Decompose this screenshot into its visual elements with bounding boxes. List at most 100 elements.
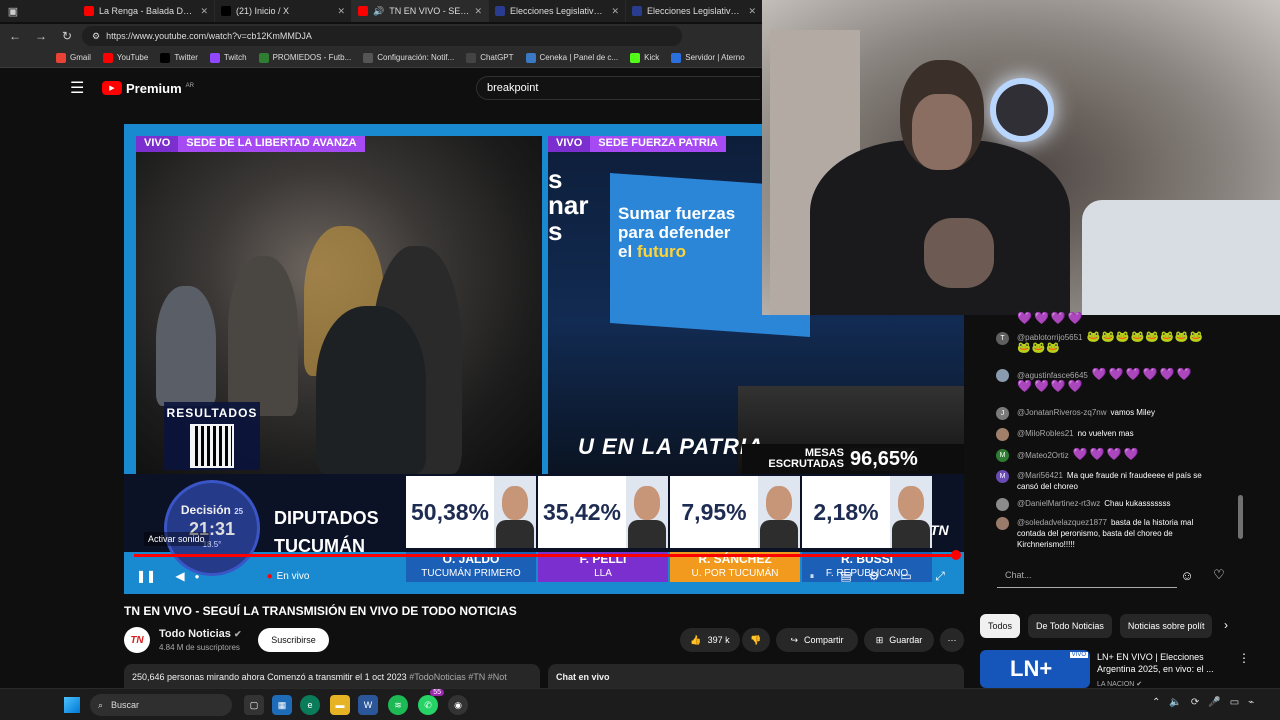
mic-icon[interactable]: 🎤 xyxy=(1208,697,1220,708)
chat-username[interactable]: @Mari56421 xyxy=(1017,471,1063,480)
recommended-title[interactable]: LN+ EN VIVO | Elecciones Argentina 2025,… xyxy=(1097,651,1232,675)
close-tab-icon[interactable]: ✕ xyxy=(611,6,619,17)
bookmark-item[interactable]: PROMIEDOS - Futb... xyxy=(258,52,351,63)
chat-avatar[interactable] xyxy=(996,428,1009,441)
network-icon[interactable]: ⌁ xyxy=(1248,697,1254,708)
browser-tab[interactable]: Elecciones Legislativas 2025 ✕ xyxy=(489,0,626,22)
channel-name[interactable]: Todo Noticias ✔ xyxy=(159,628,242,640)
chat-avatar[interactable]: T xyxy=(996,332,1009,345)
bookmark-item[interactable]: Twitch xyxy=(209,52,247,63)
fullscreen-icon[interactable]: ⤢ xyxy=(930,564,950,588)
windows-start-icon[interactable] xyxy=(64,697,80,713)
heart-icon[interactable]: ♡ xyxy=(1210,566,1228,584)
bookmark-item[interactable]: Twitter xyxy=(160,52,198,63)
chat-avatar[interactable]: M xyxy=(996,470,1009,483)
bookmark-item[interactable]: Configuración: Notif... xyxy=(363,52,454,63)
chat-avatar[interactable] xyxy=(996,517,1009,530)
dislike-button[interactable]: 👎 xyxy=(742,628,770,652)
tab-favicon-icon xyxy=(84,6,94,16)
task-view-icon[interactable]: ▢ xyxy=(244,695,264,715)
progress-bar[interactable] xyxy=(134,550,961,560)
spotify-icon[interactable]: ≋ xyxy=(388,695,408,715)
browser-tab[interactable]: La Renga - Balada Del Diablo ✕ xyxy=(78,0,215,22)
filter-chip[interactable]: De Todo Noticias xyxy=(1028,614,1112,638)
sync-icon[interactable]: ⟳ xyxy=(1191,697,1199,708)
autoplay-toggle[interactable]: ⏸ xyxy=(800,564,824,588)
search-input[interactable]: breakpoint xyxy=(476,76,760,100)
filter-chip[interactable]: Todos xyxy=(980,614,1021,638)
screen-icon[interactable]: ▭ xyxy=(1230,697,1239,708)
settings-icon[interactable]: ⚙ xyxy=(864,564,884,588)
channel-avatar[interactable]: TN xyxy=(124,627,150,653)
subscribe-button[interactable]: Suscribirse xyxy=(258,628,329,652)
browser-tab[interactable]: (21) Inicio / X ✕ xyxy=(215,0,352,22)
chevron-up-icon[interactable]: ⌃ xyxy=(1152,697,1160,708)
chat-username[interactable]: @pablotorrijo5651 xyxy=(1017,333,1083,342)
bookmark-item[interactable]: YouTube xyxy=(102,52,148,63)
word-icon[interactable]: W xyxy=(358,695,378,715)
chat-username[interactable]: @DanielMartinez-rt3wz xyxy=(1017,499,1100,508)
chat-avatar[interactable] xyxy=(996,369,1009,382)
bookmark-item[interactable]: ChatGPT xyxy=(466,52,514,63)
recommended-thumbnail[interactable]: LN+ VIVO xyxy=(980,650,1090,688)
bookmark-item[interactable]: Ceneka | Panel de c... xyxy=(525,52,618,63)
back-icon[interactable]: ← xyxy=(4,25,26,47)
browser-tab[interactable]: Elecciones Legislativas 2025 ✕ xyxy=(626,0,763,22)
like-button[interactable]: 👍 397 k xyxy=(680,628,740,652)
candidate-photo xyxy=(626,476,668,548)
more-actions-button[interactable]: ⋯ xyxy=(940,628,964,652)
volume-slider[interactable]: ● xyxy=(192,564,202,588)
browser-tab[interactable]: 🔊 TN EN VIVO - SEGUÍ LA ✕ xyxy=(352,0,489,22)
chat-avatar[interactable]: M xyxy=(996,449,1009,462)
bookmark-favicon-icon xyxy=(56,52,66,63)
chat-username[interactable]: @Mateo2Ortiz xyxy=(1017,451,1069,460)
chat-username[interactable]: @JonatanRiveros-zq7nw xyxy=(1017,408,1107,417)
chat-scrollbar[interactable] xyxy=(1238,495,1243,539)
patria-banner: U EN LA PATRIA xyxy=(578,434,764,459)
bookmark-item[interactable]: Gmail xyxy=(56,52,91,63)
close-tab-icon[interactable]: ✕ xyxy=(337,6,345,17)
chat-username[interactable]: @soledadvelazquez1877 xyxy=(1017,518,1107,527)
chat-input[interactable]: Chat... xyxy=(997,562,1177,588)
chat-username[interactable]: @MiloRobles21 xyxy=(1017,429,1074,438)
forward-icon[interactable]: → xyxy=(30,25,52,47)
captions-icon[interactable]: ▤ xyxy=(836,564,856,588)
reload-icon[interactable]: ↻ xyxy=(56,25,78,47)
bookmark-item[interactable]: Kick xyxy=(630,52,659,63)
menu-icon[interactable]: ☰ xyxy=(70,78,88,98)
omnibox[interactable]: ⚙ https://www.youtube.com/watch?v=cb12Km… xyxy=(82,26,682,46)
store-icon[interactable]: ▦ xyxy=(272,695,292,715)
chat-avatar[interactable]: J xyxy=(996,407,1009,420)
chat-live-header[interactable]: Chat en vivo xyxy=(548,664,964,688)
edge-icon[interactable]: e xyxy=(300,695,320,715)
description-box[interactable]: 250,646 personas mirando ahora Comenzó a… xyxy=(124,664,540,688)
close-tab-icon[interactable]: ✕ xyxy=(200,6,208,17)
live-indicator[interactable]: ● En vivo xyxy=(258,564,318,588)
volume-icon[interactable]: ◀ xyxy=(172,564,188,588)
site-info-icon[interactable]: ⚙ xyxy=(92,31,100,42)
pause-icon[interactable]: ❚❚ xyxy=(136,564,156,588)
emoji-icon[interactable]: ☺ xyxy=(1178,566,1196,584)
progress-knob[interactable] xyxy=(951,550,961,560)
taskbar-search[interactable]: ⌕ Buscar xyxy=(90,694,232,716)
chevron-right-icon[interactable]: › xyxy=(1224,618,1228,632)
save-button[interactable]: ⊞ Guardar xyxy=(864,628,934,652)
folder-icon[interactable]: ▬ xyxy=(330,695,350,715)
chrome-icon[interactable]: ◉ xyxy=(448,695,468,715)
share-button[interactable]: ↪ Compartir xyxy=(776,628,858,652)
speaker-icon[interactable]: 🔈 xyxy=(1169,697,1181,708)
close-tab-icon[interactable]: ✕ xyxy=(748,6,756,17)
bookmark-item[interactable]: Servidor | Aterno xyxy=(671,52,745,63)
audio-icon[interactable]: 🔊 xyxy=(373,6,384,17)
chat-message-text: @soledadvelazquez1877 basta de la histori… xyxy=(1017,517,1207,550)
district-title: DIPUTADOS TUCUMÁN xyxy=(274,504,379,560)
recommended-channel[interactable]: LA NACION ✔ xyxy=(1097,680,1142,688)
whatsapp-icon[interactable]: 55 ✆ xyxy=(418,689,444,715)
youtube-logo[interactable]: ▶ Premium AR xyxy=(102,81,194,96)
close-tab-icon[interactable]: ✕ xyxy=(474,6,482,17)
tab-actions-icon[interactable]: ▣ xyxy=(0,0,26,22)
theater-icon[interactable]: ▭ xyxy=(896,564,916,588)
more-vert-icon[interactable]: ⋮ xyxy=(1238,651,1250,665)
filter-chip[interactable]: Noticias sobre polít xyxy=(1119,614,1213,638)
chat-avatar[interactable] xyxy=(996,498,1009,511)
